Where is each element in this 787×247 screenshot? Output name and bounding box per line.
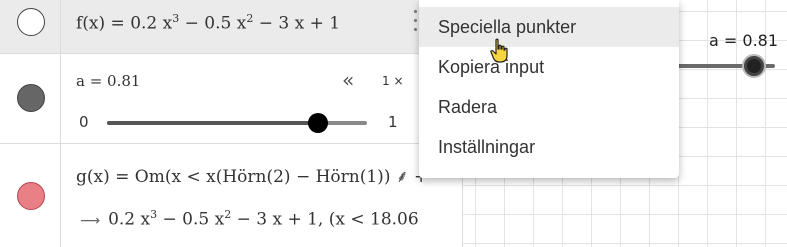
- menu-item-special-points[interactable]: Speciella punkter: [419, 7, 679, 47]
- formula-part: − 0.5 x: [179, 13, 247, 34]
- visibility-marble-g[interactable]: [17, 182, 45, 210]
- formula-part: f(x) = 0.2 x: [76, 13, 173, 34]
- function-g-output: ⟶ 0.2 x3 − 0.5 x2 − 3 x + 1, (x < 18.06: [80, 208, 419, 230]
- grid-line: [707, 0, 708, 247]
- algebra-row-f[interactable]: f(x) = 0.2 x3 − 0.5 x2 − 3 x + 1: [0, 0, 462, 54]
- output-arrow-icon: ⟶: [80, 212, 101, 229]
- marble-cell: [0, 54, 61, 143]
- graphics-slider-a-knob[interactable]: [743, 56, 764, 76]
- grid-line: [463, 214, 787, 215]
- formula-part: − 3 x + 1, (x < 18.06: [231, 209, 419, 230]
- algebra-row-g[interactable]: g(x) = Om(x < x(Hörn(2) − Hörn(1)) ⸙ + ⟶…: [0, 144, 462, 247]
- hand-cursor-icon: [490, 38, 508, 63]
- slider-a-label[interactable]: a = 0.81: [76, 72, 140, 90]
- grid-line: [463, 185, 787, 186]
- marble-cell: [0, 144, 61, 247]
- formula-part: − 0.5 x: [157, 209, 225, 230]
- menu-item-settings[interactable]: Inställningar: [419, 127, 679, 167]
- function-g-definition[interactable]: g(x) = Om(x < x(Hörn(2) − Hörn(1)) ⸙ +: [76, 164, 428, 187]
- slider-a-fill: [107, 121, 318, 125]
- animation-speed-label[interactable]: 1 ×: [382, 74, 404, 88]
- menu-item-delete[interactable]: Radera: [419, 87, 679, 127]
- menu-item-copy-input[interactable]: Kopiera input: [419, 47, 679, 87]
- context-menu: Speciella punkter Kopiera input Radera I…: [419, 0, 679, 178]
- double-chevron-left-icon[interactable]: «: [342, 68, 354, 92]
- marble-cell: [0, 0, 61, 53]
- graphics-slider-a-label[interactable]: a = 0.81: [709, 31, 778, 50]
- visibility-marble-a[interactable]: [17, 84, 45, 112]
- formula-part: 0.2 x: [108, 209, 151, 230]
- formula-part: g(x) = Om(x < x(Hörn(2) − Hörn(1): [76, 167, 384, 187]
- grid-line: [463, 243, 787, 244]
- slider-max-label: 1: [388, 113, 398, 131]
- visibility-marble-f[interactable]: [17, 8, 45, 36]
- formula-part: − 3 x + 1: [253, 13, 341, 34]
- function-f-definition[interactable]: f(x) = 0.2 x3 − 0.5 x2 − 3 x + 1: [76, 12, 340, 34]
- algebra-row-a[interactable]: a = 0.81 « 1 × 0 1: [0, 54, 462, 144]
- slider-a-knob[interactable]: [307, 113, 328, 133]
- algebra-view: f(x) = 0.2 x3 − 0.5 x2 − 3 x + 1 a = 0.8…: [0, 0, 463, 247]
- slider-min-label: 0: [79, 113, 89, 131]
